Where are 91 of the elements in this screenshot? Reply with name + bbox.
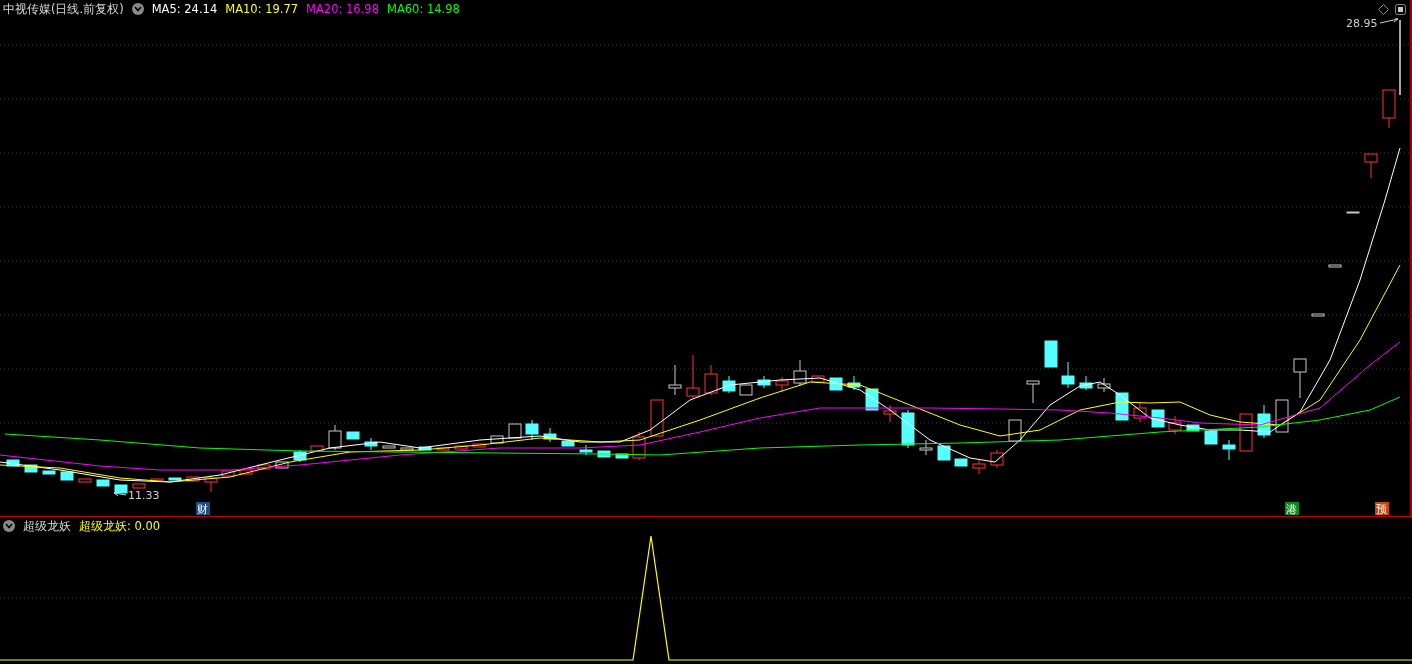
candlestick xyxy=(239,469,253,475)
candlestick xyxy=(328,424,342,451)
candlestick xyxy=(704,364,718,396)
moving-average-label: MA10: 19.77 xyxy=(225,2,299,16)
candlestick xyxy=(954,458,968,467)
candlestick xyxy=(739,384,753,396)
candlestick xyxy=(6,459,20,467)
arrow-icon xyxy=(1379,18,1399,24)
candlestick xyxy=(472,443,486,448)
high-price-label: 28.95 xyxy=(1346,18,1378,30)
candlestick xyxy=(221,470,235,477)
candlestick xyxy=(454,445,468,450)
candlestick xyxy=(1382,89,1396,129)
candlestick xyxy=(1257,404,1271,439)
candlestick xyxy=(579,444,593,456)
candlestick xyxy=(60,471,74,481)
indicator-name: 超级龙妖 xyxy=(23,518,71,534)
candlestick xyxy=(346,431,360,440)
candlestick xyxy=(96,479,110,487)
candlestick xyxy=(597,450,611,458)
candlestick xyxy=(436,447,450,451)
candlestick xyxy=(615,453,629,459)
candlestick xyxy=(847,375,861,391)
event-marker[interactable]: 财 xyxy=(196,502,210,516)
candlestick xyxy=(490,435,504,444)
candlestick xyxy=(686,354,700,399)
low-price-label: 11.33 xyxy=(128,489,160,502)
candlestick xyxy=(1133,401,1147,423)
candlestick xyxy=(24,464,38,473)
candlestick xyxy=(757,375,771,389)
candlestick xyxy=(293,449,307,463)
candlestick xyxy=(1293,358,1307,399)
candlestick xyxy=(1204,430,1218,445)
candlestick xyxy=(919,439,933,456)
candlestick xyxy=(793,359,807,387)
candlestick xyxy=(186,476,200,482)
candlestick xyxy=(204,474,218,493)
candlestick xyxy=(275,461,289,469)
candlestick xyxy=(1328,264,1342,268)
candlestick xyxy=(937,445,951,461)
stock-title: 中视传媒(日线.前复权) xyxy=(3,1,124,17)
candlestick xyxy=(1168,415,1182,435)
candlestick xyxy=(78,478,92,483)
candlestick xyxy=(150,478,164,482)
candlestick xyxy=(1346,211,1360,214)
candlestick xyxy=(132,483,146,489)
moving-average-label: MA60: 14.98 xyxy=(386,2,460,16)
candlestick xyxy=(722,375,736,394)
candlestick xyxy=(525,419,539,441)
candlestick xyxy=(1186,424,1200,432)
candlestick xyxy=(257,464,271,470)
dropdown-icon[interactable] xyxy=(3,520,15,532)
candlestick xyxy=(901,409,915,449)
moving-average-label: MA5: 24.14 xyxy=(151,2,218,16)
candlestick xyxy=(668,364,682,396)
diamond-icon[interactable] xyxy=(1378,3,1389,15)
candlestick xyxy=(508,423,522,439)
indicator-value-label: 超级龙妖: 0.00 xyxy=(79,518,161,534)
candlestick xyxy=(775,376,789,393)
candlestick xyxy=(1061,361,1075,389)
candlestick xyxy=(400,447,414,451)
candlestick xyxy=(632,431,646,461)
candlestick xyxy=(829,377,843,391)
candlestick xyxy=(310,445,324,452)
candlestick xyxy=(561,440,575,447)
moving-average-label: MA20: 16.98 xyxy=(306,2,379,16)
candlestick xyxy=(990,449,1004,469)
candlestick xyxy=(42,470,56,475)
candlestick xyxy=(1044,340,1058,368)
candlestick xyxy=(883,404,897,423)
candlestick xyxy=(382,445,396,449)
candlestick xyxy=(1311,313,1325,317)
panel-toggle-icon[interactable] xyxy=(1395,3,1406,15)
candlestick xyxy=(1079,375,1093,391)
candlestick xyxy=(418,446,432,451)
candlestick xyxy=(1026,380,1040,404)
event-marker[interactable]: 港 xyxy=(1285,502,1299,516)
arrow-icon xyxy=(113,489,127,497)
candlestick xyxy=(811,375,825,383)
candlestick xyxy=(543,427,557,443)
candlestick xyxy=(1364,153,1378,179)
candlestick xyxy=(364,437,378,451)
candlestick xyxy=(114,484,128,494)
candlestick xyxy=(168,477,182,481)
dropdown-icon[interactable] xyxy=(131,3,144,15)
event-marker[interactable]: 预 xyxy=(1375,502,1389,516)
candlestick xyxy=(1008,419,1022,442)
candlestick xyxy=(1222,439,1236,461)
candlestick xyxy=(1097,377,1111,393)
candlestick xyxy=(650,399,664,437)
candlestick xyxy=(972,459,986,475)
